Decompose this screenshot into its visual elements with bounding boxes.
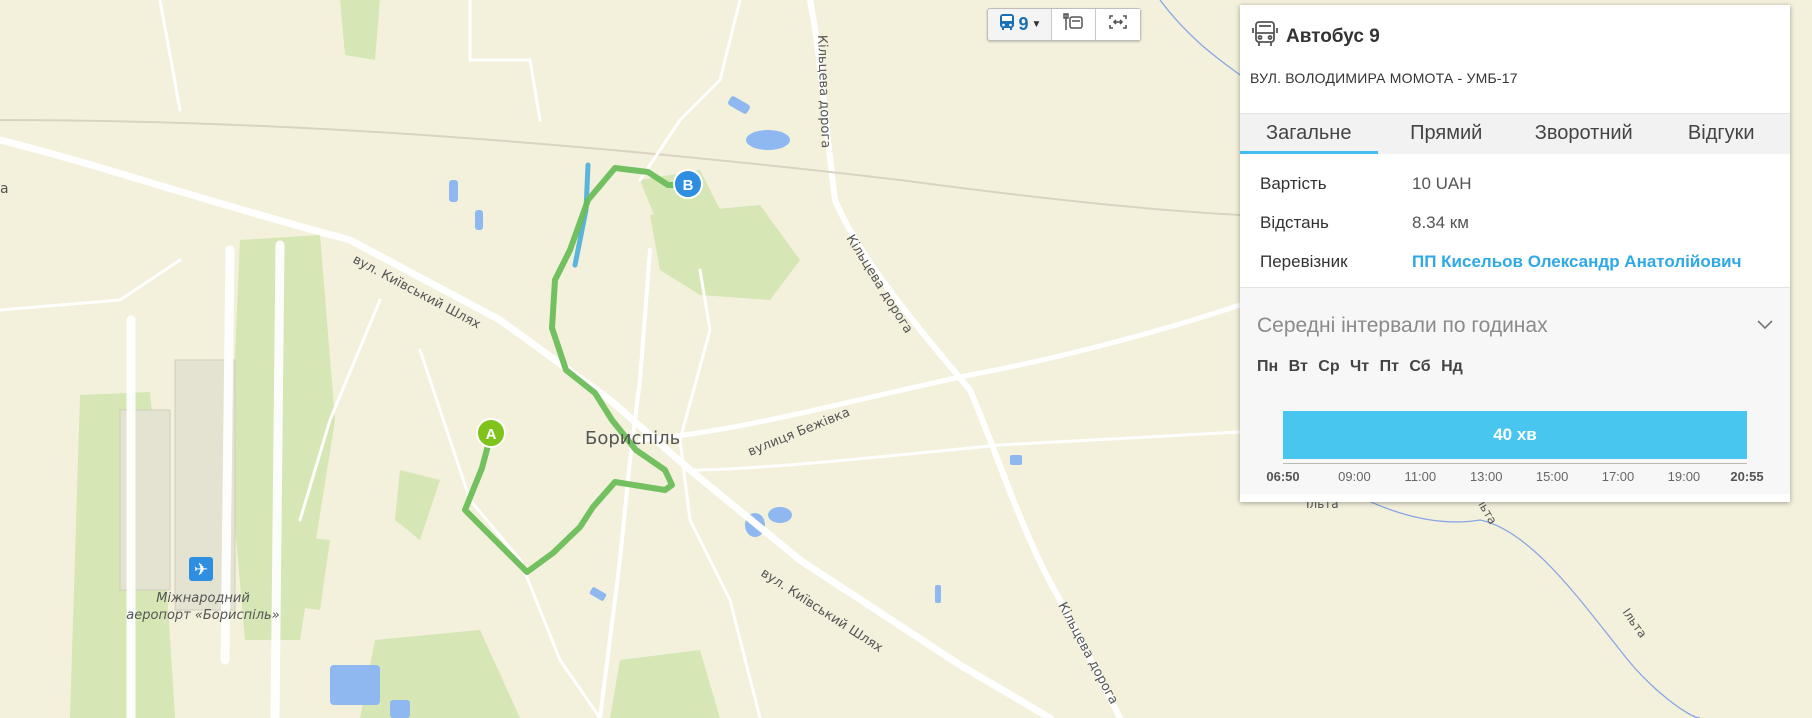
airport-icon[interactable]: ✈ — [189, 557, 213, 581]
route-properties: Вартість 10 UAH Відстань 8.34 км Перевіз… — [1240, 154, 1790, 288]
intervals-section: Середні інтервали по годинах Пн Вт Ср Чт… — [1240, 288, 1790, 494]
end-marker-label: B — [683, 177, 694, 194]
bus-icon — [1250, 19, 1280, 54]
airport-label: Міжнародний — [156, 591, 250, 606]
interval-bar-label: 40 хв — [1493, 425, 1537, 444]
chevron-down-icon: ▼ — [1031, 19, 1042, 30]
cost-label: Вартість — [1260, 173, 1327, 193]
axis-tick: 17:00 — [1601, 469, 1635, 484]
city-label: Бориспіль — [585, 428, 680, 449]
end-marker[interactable]: B — [673, 169, 703, 199]
svg-text:✈: ✈ — [194, 560, 208, 580]
tab-reviews[interactable]: Відгуки — [1653, 114, 1791, 154]
fit-bounds-icon — [1108, 14, 1128, 35]
axis-tick: 19:00 — [1667, 469, 1701, 484]
intervals-header[interactable]: Середні інтервали по годинах — [1257, 288, 1774, 358]
carrier-link[interactable]: ПП Кисельов Олександр Анатолійович — [1412, 252, 1742, 272]
prop-row-cost: Вартість 10 UAH — [1260, 164, 1770, 203]
axis-tick: 09:00 — [1338, 469, 1371, 484]
edge-label: а — [0, 181, 9, 197]
route-description: ВУЛ. ВОЛОДИМИРА МОМОТА - УМБ-17 — [1250, 70, 1518, 86]
distance-value: 8.34 км — [1412, 212, 1469, 232]
panel-title-row: Автобус 9 — [1250, 19, 1780, 54]
map-toolbar: 9 ▼ — [987, 8, 1141, 41]
intervals-title: Середні інтервали по годинах — [1257, 314, 1548, 337]
route-info-panel: Автобус 9 ВУЛ. ВОЛОДИМИРА МОМОТА - УМБ-1… — [1240, 5, 1790, 502]
axis-tick: 15:00 — [1535, 469, 1569, 484]
bus-stop-icon — [1062, 12, 1085, 37]
panel-tabs: Загальне Прямий Зворотний Відгуки — [1240, 113, 1790, 154]
start-marker-label: A — [486, 426, 497, 443]
panel-title: Автобус 9 — [1286, 25, 1380, 47]
weekdays: Пн Вт Ср Чт Пт Сб Нд — [1257, 358, 1774, 376]
axis-line — [1283, 463, 1747, 464]
axis-end-time: 20:55 — [1730, 469, 1764, 484]
chevron-down-icon[interactable] — [1756, 317, 1774, 335]
fit-bounds-button[interactable] — [1096, 9, 1140, 40]
panel-header: Автобус 9 ВУЛ. ВОЛОДИМИРА МОМОТА - УМБ-1… — [1240, 5, 1790, 113]
prop-row-distance: Відстань 8.34 км — [1260, 203, 1770, 242]
time-axis: 06:50 09:00 11:00 13:00 15:00 17:00 19:0… — [1266, 459, 1764, 489]
day-tue[interactable]: Вт — [1289, 358, 1308, 375]
interval-chart: 40 хв 06:50 09:00 11:00 13:00 15:00 17:0… — [1266, 411, 1764, 489]
day-mon[interactable]: Пн — [1257, 358, 1278, 375]
route-number: 9 — [1018, 14, 1029, 34]
bus-stop-toggle-button[interactable] — [1052, 9, 1096, 40]
axis-tick: 11:00 — [1404, 469, 1437, 484]
airport-label: аеропорт «Бориспіль» — [126, 608, 279, 623]
axis-tick: 13:00 — [1469, 469, 1503, 484]
axis-start-time: 06:50 — [1266, 469, 1300, 484]
tab-forward[interactable]: Прямий — [1378, 114, 1516, 154]
carrier-label: Перевізник — [1260, 251, 1348, 271]
day-thu[interactable]: Чт — [1350, 358, 1369, 375]
prop-row-carrier: Перевізник ПП Кисельов Олександр Анатолі… — [1260, 242, 1770, 281]
route-select-button[interactable]: 9 ▼ — [988, 9, 1052, 40]
tab-general[interactable]: Загальне — [1240, 114, 1378, 154]
start-marker[interactable]: A — [476, 418, 506, 448]
tab-reverse[interactable]: Зворотний — [1515, 114, 1653, 154]
interval-bar: 40 хв — [1283, 411, 1747, 459]
cost-value: 10 UAH — [1412, 173, 1472, 193]
day-sun[interactable]: Нд — [1441, 358, 1463, 375]
distance-label: Відстань — [1260, 212, 1329, 232]
day-sat[interactable]: Сб — [1409, 358, 1430, 375]
day-wed[interactable]: Ср — [1318, 358, 1339, 375]
bus-icon — [998, 13, 1016, 36]
day-fri[interactable]: Пт — [1380, 358, 1399, 375]
